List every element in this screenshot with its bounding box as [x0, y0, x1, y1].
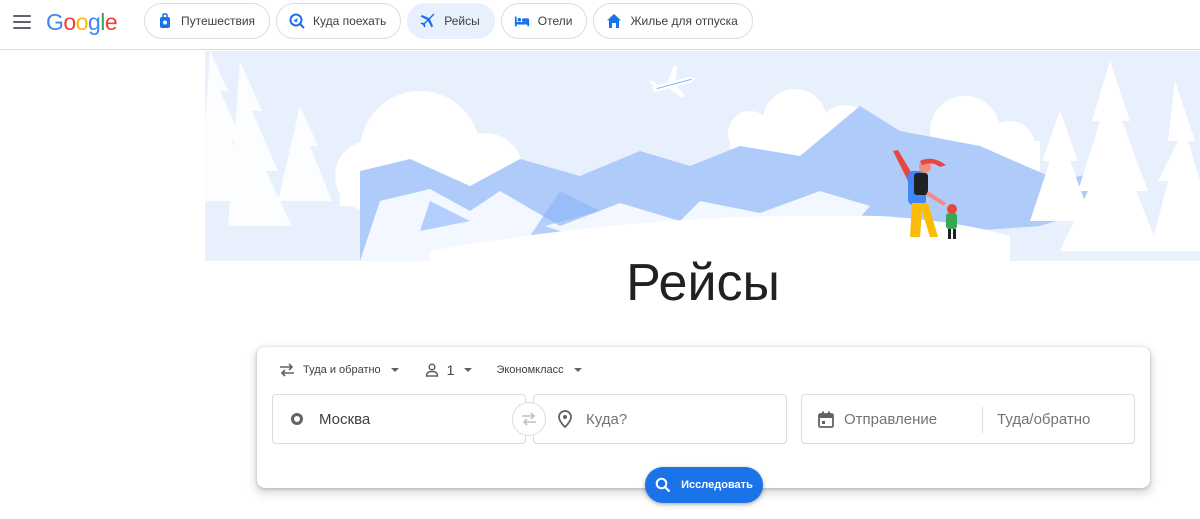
calendar-icon: [818, 411, 834, 428]
destination-placeholder: Куда?: [586, 410, 628, 428]
chip-vacation-rentals[interactable]: Жилье для отпуска: [593, 3, 753, 39]
hamburger-menu-icon[interactable]: [10, 10, 34, 34]
swap-arrows-icon: [522, 412, 536, 426]
destination-input[interactable]: Куда?: [533, 394, 787, 444]
chip-label: Куда поехать: [313, 14, 387, 28]
swap-locations-button[interactable]: [512, 402, 546, 436]
chip-travel[interactable]: Путешествия: [144, 3, 271, 39]
origin-circle-icon: [291, 413, 303, 425]
cabin-class-select[interactable]: Экономкласс: [496, 364, 582, 376]
google-logo[interactable]: Google: [46, 8, 118, 36]
swap-arrows-icon: [279, 363, 295, 377]
trip-type-select[interactable]: Туда и обратно: [279, 363, 399, 377]
page-title: Рейсы: [626, 254, 780, 312]
explore-icon: [289, 13, 305, 29]
chevron-down-icon: [390, 368, 399, 372]
top-bar: Google Путешествия Куда поехать Рейсы От…: [0, 0, 1200, 50]
location-pin-icon: [558, 410, 572, 428]
return-placeholder[interactable]: Туда/обратно: [997, 411, 1090, 428]
date-divider: [982, 407, 983, 433]
chip-label: Отели: [537, 14, 573, 28]
chip-label: Рейсы: [444, 14, 480, 28]
explore-button[interactable]: Исследовать: [645, 467, 763, 503]
chevron-down-icon: [464, 368, 473, 372]
origin-value: Москва: [319, 410, 371, 428]
person-icon: [425, 363, 439, 377]
trip-type-value: Туда и обратно: [303, 364, 381, 376]
bed-icon: [514, 13, 530, 29]
origin-input[interactable]: Москва: [272, 394, 526, 444]
chip-hotels[interactable]: Отели: [500, 3, 588, 39]
chevron-down-icon: [573, 368, 582, 372]
chip-label: Жилье для отпуска: [630, 14, 738, 28]
chip-label: Путешествия: [181, 14, 256, 28]
departure-placeholder[interactable]: Отправление: [844, 411, 937, 428]
nav-chips: Путешествия Куда поехать Рейсы Отели Жил…: [144, 3, 753, 39]
airplane-icon: [420, 13, 436, 29]
search-options: Туда и обратно 1 Экономкласс: [279, 360, 582, 380]
passengers-value: 1: [446, 362, 455, 378]
passengers-select[interactable]: 1: [425, 362, 473, 378]
chip-flights[interactable]: Рейсы: [407, 3, 495, 39]
explore-label: Исследовать: [681, 479, 753, 491]
chip-explore[interactable]: Куда поехать: [276, 3, 402, 39]
luggage-icon: [157, 13, 173, 29]
search-icon: [655, 477, 671, 493]
dates-input[interactable]: Отправление Туда/обратно: [801, 394, 1135, 444]
house-icon: [606, 13, 622, 29]
hero-illustration: [0, 51, 1200, 261]
cabin-class-value: Экономкласс: [496, 364, 564, 376]
